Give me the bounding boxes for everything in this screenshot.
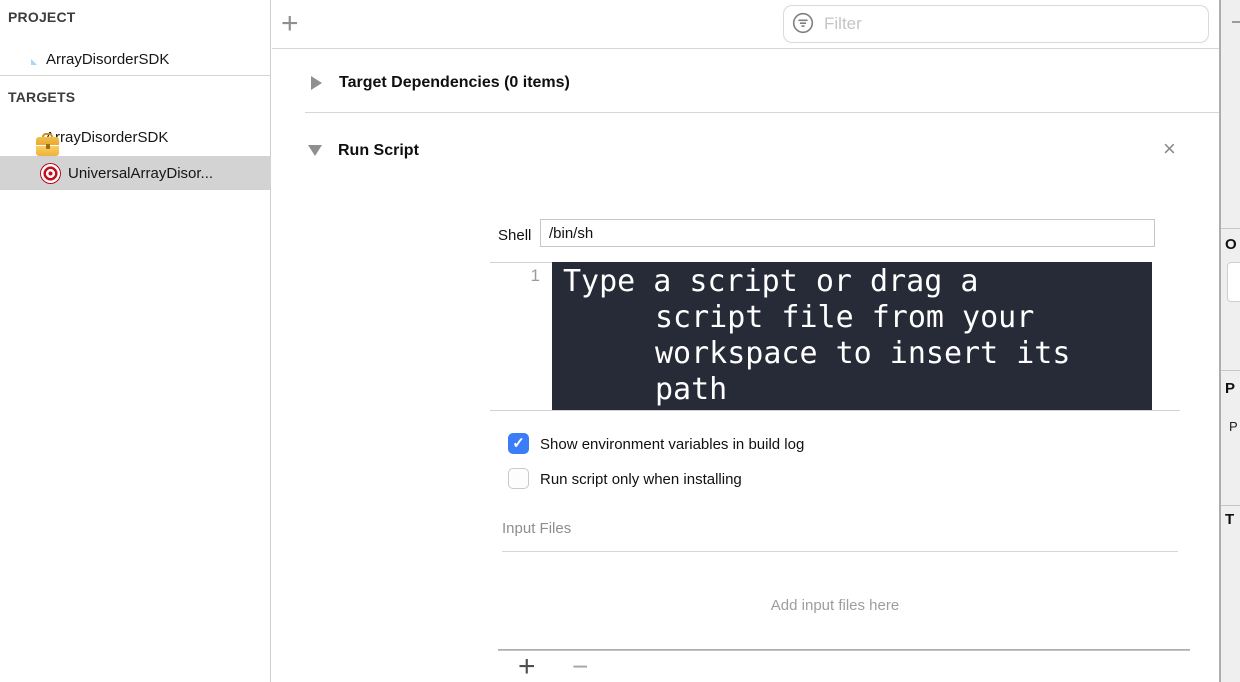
sidebar-divider (0, 75, 271, 76)
script-placeholder-line: path (552, 372, 1152, 408)
target-dependencies-title[interactable]: Target Dependencies (0 items) (339, 74, 570, 92)
project-section-header: PROJECT (8, 9, 76, 25)
xcode-build-phases-window: PROJECT A ArrayDisorderSDK TARGETS Array… (0, 0, 1240, 682)
inspector-divider (1221, 505, 1240, 506)
remove-input-file-button[interactable]: − (572, 652, 588, 682)
run-only-when-installing-label: Run script only when installing (540, 471, 742, 488)
inspector-divider (1221, 228, 1240, 229)
input-files-label: Input Files (502, 520, 571, 537)
section-divider (305, 112, 1219, 113)
inspector-section-header-fragment: P (1225, 380, 1235, 397)
input-files-divider (502, 551, 1178, 552)
editor-top-border (490, 262, 552, 263)
editor-line-number: 1 (490, 266, 546, 286)
sidebar-item-target-framework[interactable]: ArrayDisorderSDK (0, 120, 271, 154)
inspector-panel-clipped: O P P T (1221, 0, 1240, 682)
sidebar-item-label: ArrayDisorderSDK (46, 51, 169, 68)
add-build-phase-button[interactable]: + (281, 9, 299, 39)
script-editor[interactable]: Type a script or drag a script file from… (552, 262, 1152, 410)
run-only-when-installing-checkbox[interactable] (508, 468, 529, 489)
sidebar-item-target-universal[interactable]: UniversalArrayDisor... (0, 156, 271, 190)
input-files-empty-hint: Add input files here (490, 597, 1180, 614)
close-phase-icon[interactable]: × (1163, 138, 1176, 160)
inspector-field-clipped[interactable] (1227, 262, 1240, 302)
sidebar-item-label: UniversalArrayDisor... (68, 165, 213, 182)
add-input-file-button[interactable]: + (518, 652, 536, 682)
shell-input[interactable] (540, 219, 1155, 247)
project-navigator-sidebar: PROJECT A ArrayDisorderSDK TARGETS Array… (0, 0, 271, 682)
disclosure-triangle-collapsed-icon[interactable] (311, 76, 322, 90)
inspector-section-header-fragment: O (1225, 236, 1237, 253)
script-placeholder-line: workspace to insert its (552, 336, 1152, 372)
inspector-item-fragment: P (1229, 419, 1238, 434)
show-env-variables-checkbox[interactable]: ✓ (508, 433, 529, 454)
toolbar-divider (272, 48, 1219, 49)
run-script-title[interactable]: Run Script (338, 142, 419, 160)
inspector-divider (1221, 370, 1240, 371)
sidebar-item-label: ArrayDisorderSDK (45, 129, 168, 146)
show-env-variables-label: Show environment variables in build log (540, 436, 804, 453)
filter-icon (792, 12, 814, 34)
script-placeholder-line: Type a script or drag a (552, 264, 1152, 300)
disclosure-triangle-expanded-icon[interactable] (308, 145, 322, 156)
input-files-footer-divider (498, 649, 1190, 651)
script-placeholder-line: script file from your (552, 300, 1152, 336)
sidebar-item-project[interactable]: A ArrayDisorderSDK (0, 42, 271, 76)
editor-bottom-border (490, 410, 1180, 411)
targets-section-header: TARGETS (8, 89, 75, 105)
aggregate-target-icon (40, 163, 61, 184)
inspector-dash-icon (1232, 21, 1240, 23)
filter-input[interactable] (783, 5, 1209, 43)
shell-label: Shell (498, 227, 531, 244)
inspector-section-header-fragment: T (1225, 511, 1234, 528)
build-phases-editor: + Target Dependencies (0 items) Run Scri… (272, 0, 1219, 682)
